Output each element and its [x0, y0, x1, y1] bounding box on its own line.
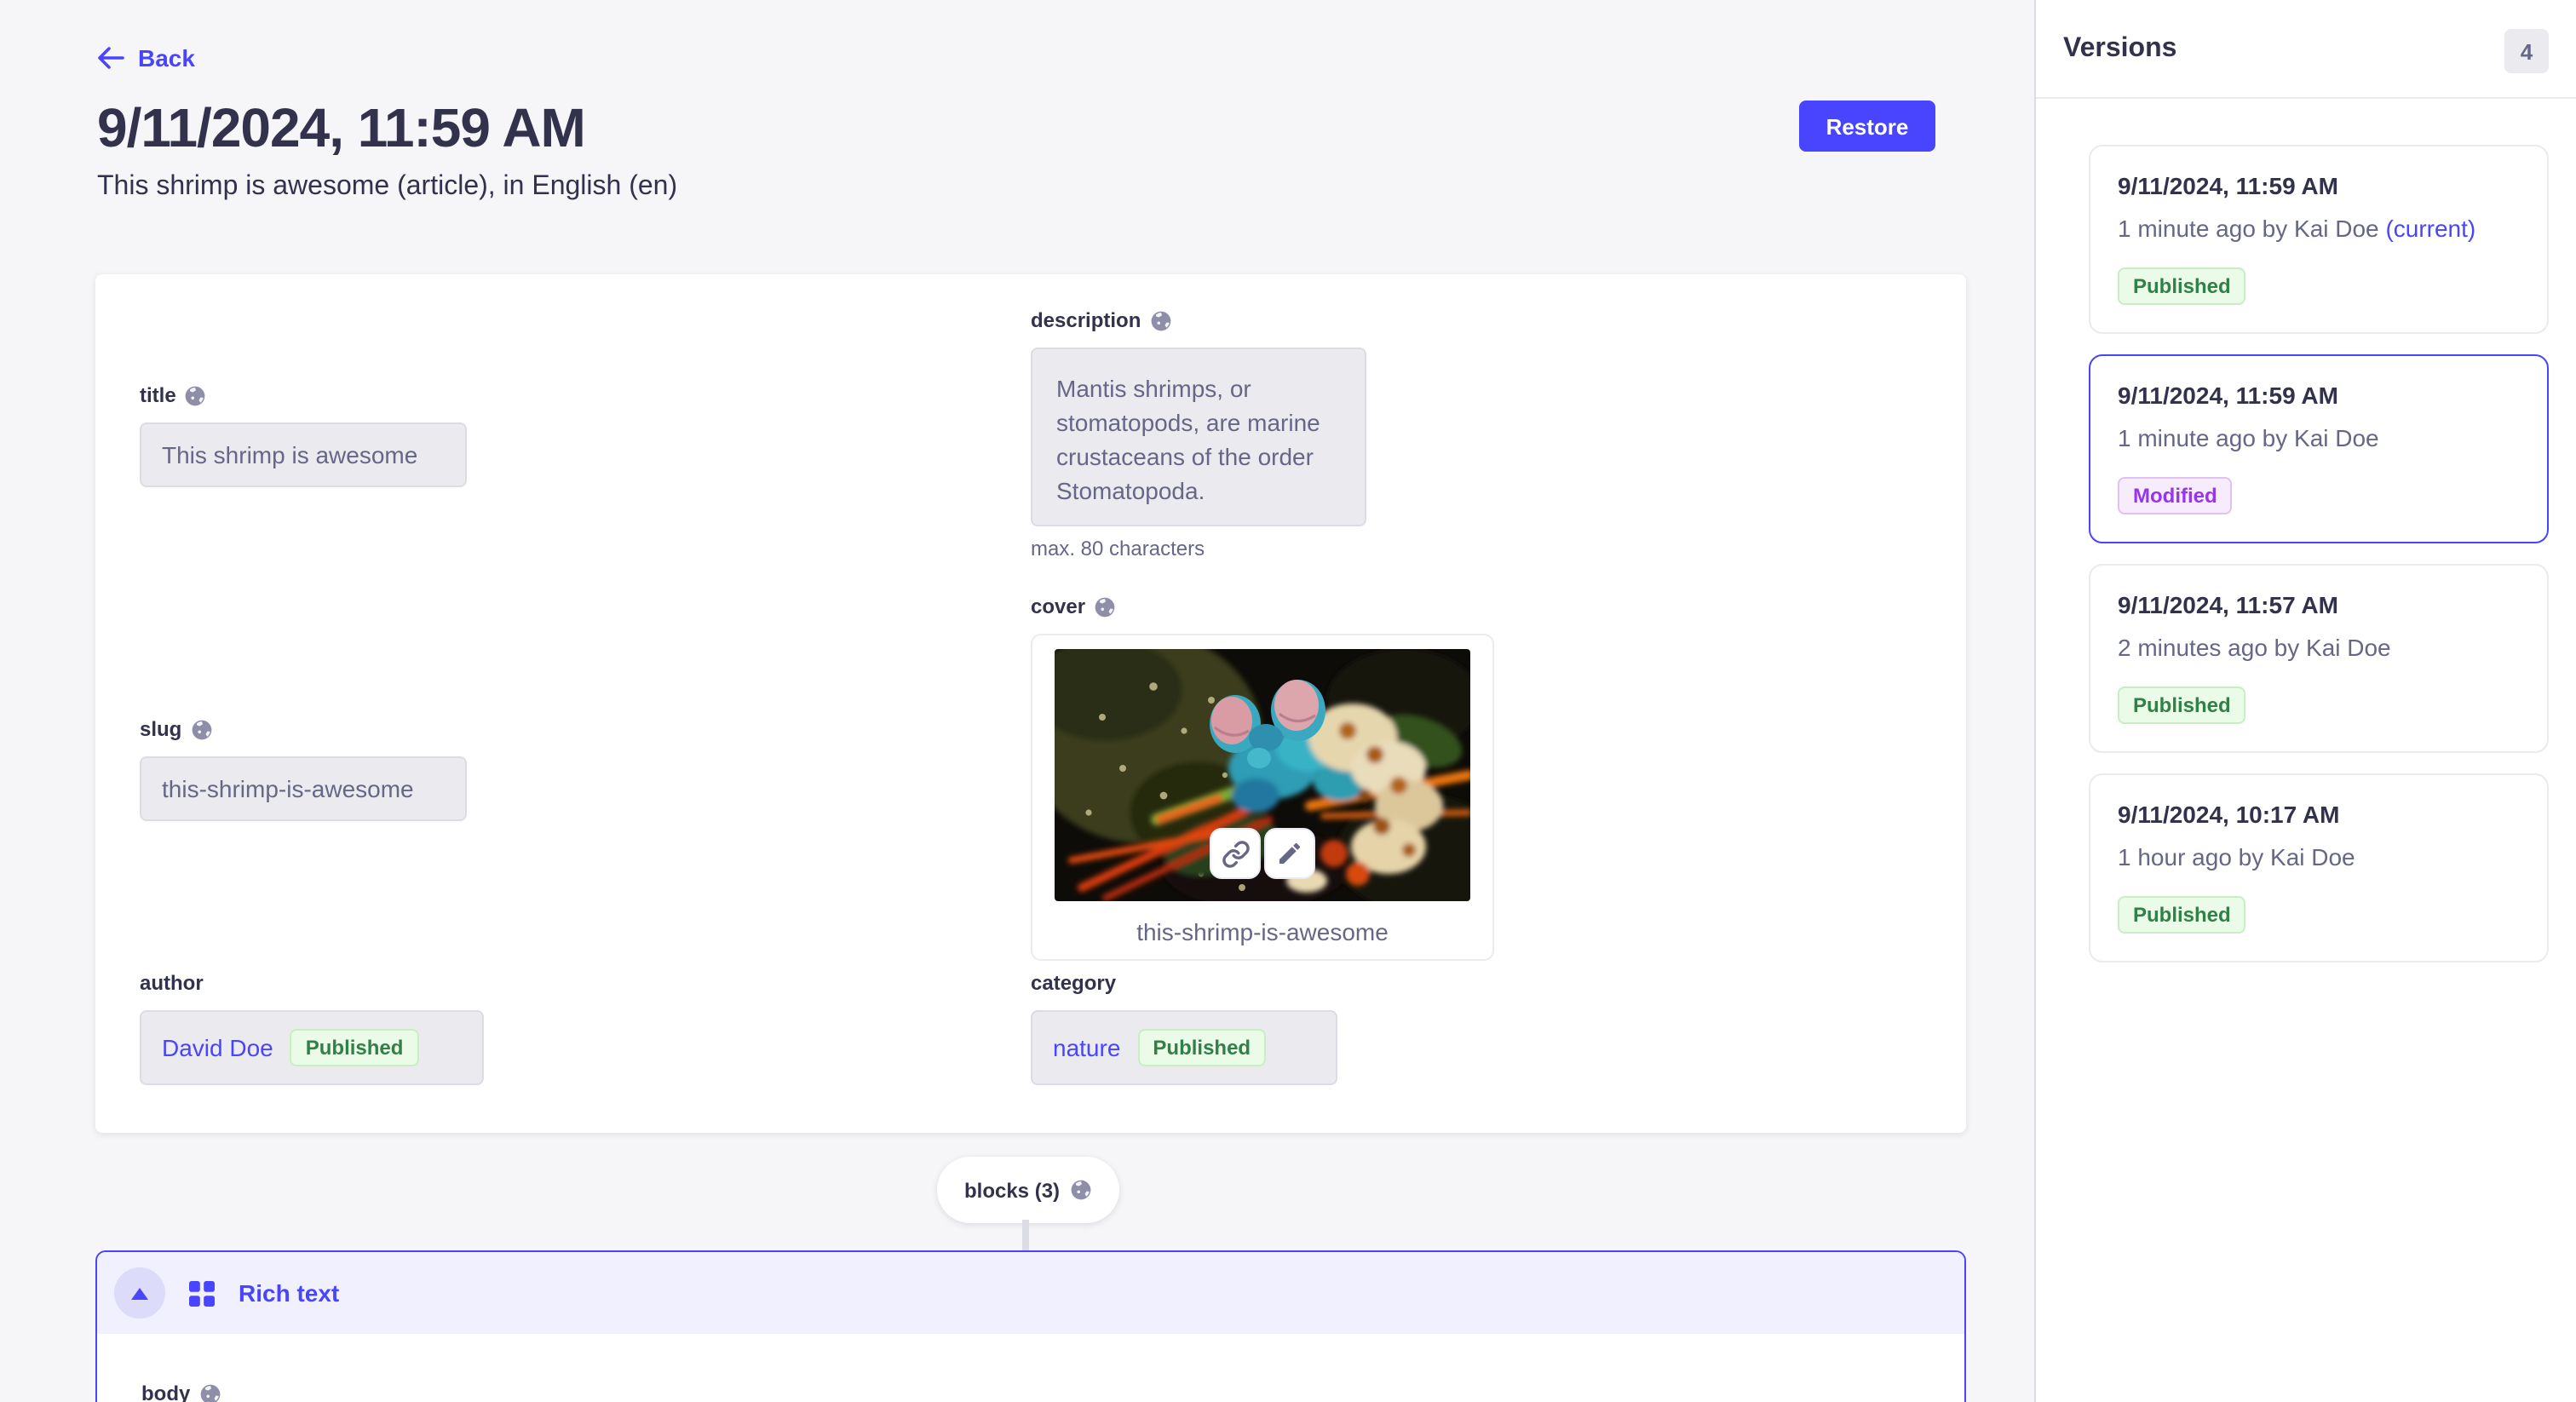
author-status-badge: Published: [290, 1029, 419, 1066]
cover-actions: [1210, 828, 1315, 879]
description-hint: max. 80 characters: [1031, 537, 1366, 560]
globe-icon: [1094, 595, 1116, 618]
back-link[interactable]: Back: [97, 44, 195, 72]
blocks-field-label: blocks (3): [964, 1178, 1060, 1202]
category-relation-link[interactable]: nature: [1053, 1034, 1120, 1061]
blocks-field-pill: blocks (3): [937, 1157, 1119, 1223]
blocks-connector-line: [1022, 1220, 1029, 1250]
cover-field-label: cover: [1031, 595, 1085, 618]
page-subtitle: This shrimp is awesome (article), in Eng…: [97, 172, 677, 203]
main-content: Back 9/11/2024, 11:59 AM This shrimp is …: [0, 0, 2034, 1402]
entry-form-card: title This shrimp is awesome slug this-s…: [95, 274, 1966, 1133]
page-title: 9/11/2024, 11:59 AM: [97, 97, 585, 160]
field-category: category nature Published: [1031, 971, 1337, 1085]
cover-asset-card: this-shrimp-is-awesome: [1031, 634, 1494, 961]
versions-list: 9/11/2024, 11:59 AM 1 minute ago by Kai …: [2036, 99, 2576, 962]
rich-text-block: Rich text body: [95, 1250, 1966, 1402]
slug-field-label: slug: [140, 717, 181, 741]
version-meta: 1 hour ago by Kai Doe: [2118, 842, 2520, 872]
description-textarea[interactable]: Mantis shrimps, or stomatopods, are mari…: [1031, 348, 1366, 526]
rich-text-block-body: body: [97, 1334, 1964, 1402]
versions-sidebar: Versions 4 9/11/2024, 11:59 AM 1 minute …: [2034, 0, 2576, 1402]
description-field-label: description: [1031, 308, 1141, 332]
collapse-button[interactable]: [114, 1267, 165, 1319]
category-relation-box: nature Published: [1031, 1010, 1337, 1085]
body-field-label: body: [141, 1382, 190, 1402]
field-description: description Mantis shrimps, or stomatopo…: [1031, 308, 1366, 560]
cover-caption: this-shrimp-is-awesome: [1136, 918, 1389, 945]
category-status-badge: Published: [1137, 1029, 1266, 1066]
version-status-badge: Published: [2118, 267, 2246, 305]
globe-icon: [185, 384, 207, 406]
version-current-label: (current): [2385, 215, 2475, 242]
globe-icon: [1070, 1179, 1092, 1201]
version-meta: 1 minute ago by Kai Doe (current): [2118, 213, 2520, 244]
field-title: title This shrimp is awesome: [140, 383, 467, 487]
version-status-badge: Published: [2118, 896, 2246, 934]
field-author: author David Doe Published: [140, 971, 484, 1085]
restore-button[interactable]: Restore: [1799, 101, 1935, 152]
caret-up-icon: [131, 1287, 148, 1299]
title-field-label: title: [140, 383, 176, 407]
version-card[interactable]: 9/11/2024, 11:59 AM 1 minute ago by Kai …: [2089, 145, 2549, 334]
grid-icon: [189, 1280, 215, 1306]
field-cover: cover: [1031, 595, 1494, 961]
version-date: 9/11/2024, 11:59 AM: [2118, 380, 2520, 411]
version-meta: 1 minute ago by Kai Doe: [2118, 422, 2520, 453]
version-date: 9/11/2024, 11:57 AM: [2118, 589, 2520, 620]
cover-image: [1055, 649, 1470, 901]
version-card[interactable]: 9/11/2024, 10:17 AM 1 hour ago by Kai Do…: [2089, 773, 2549, 962]
title-input[interactable]: This shrimp is awesome: [140, 422, 467, 487]
version-status-badge: Published: [2118, 687, 2246, 724]
version-date: 9/11/2024, 10:17 AM: [2118, 799, 2520, 830]
author-relation-box: David Doe Published: [140, 1010, 484, 1085]
cover-edit-button[interactable]: [1264, 828, 1315, 879]
block-type-title: Rich text: [239, 1279, 339, 1307]
version-meta: 2 minutes ago by Kai Doe: [2118, 632, 2520, 663]
version-date: 9/11/2024, 11:59 AM: [2118, 170, 2520, 201]
arrow-left-icon: [97, 46, 124, 70]
version-card-selected[interactable]: 9/11/2024, 11:59 AM 1 minute ago by Kai …: [2089, 354, 2549, 543]
back-label: Back: [138, 44, 195, 72]
globe-icon: [198, 1382, 221, 1402]
globe-icon: [1149, 309, 1171, 331]
pencil-icon: [1276, 840, 1303, 867]
field-slug: slug this-shrimp-is-awesome: [140, 717, 467, 821]
globe-icon: [190, 718, 212, 740]
rich-text-block-header: Rich text: [97, 1252, 1964, 1334]
author-relation-link[interactable]: David Doe: [162, 1034, 273, 1061]
cover-copy-link-button[interactable]: [1210, 828, 1261, 879]
version-card[interactable]: 9/11/2024, 11:57 AM 2 minutes ago by Kai…: [2089, 564, 2549, 753]
slug-input[interactable]: this-shrimp-is-awesome: [140, 756, 467, 821]
category-field-label: category: [1031, 971, 1116, 995]
author-field-label: author: [140, 971, 204, 995]
link-icon: [1221, 839, 1250, 868]
versions-header: Versions 4: [2036, 0, 2576, 99]
version-status-badge: Modified: [2118, 477, 2233, 514]
version-history-page: Back 9/11/2024, 11:59 AM This shrimp is …: [0, 0, 2576, 1402]
versions-count-badge: 4: [2504, 29, 2549, 73]
versions-title: Versions: [2063, 34, 2176, 65]
